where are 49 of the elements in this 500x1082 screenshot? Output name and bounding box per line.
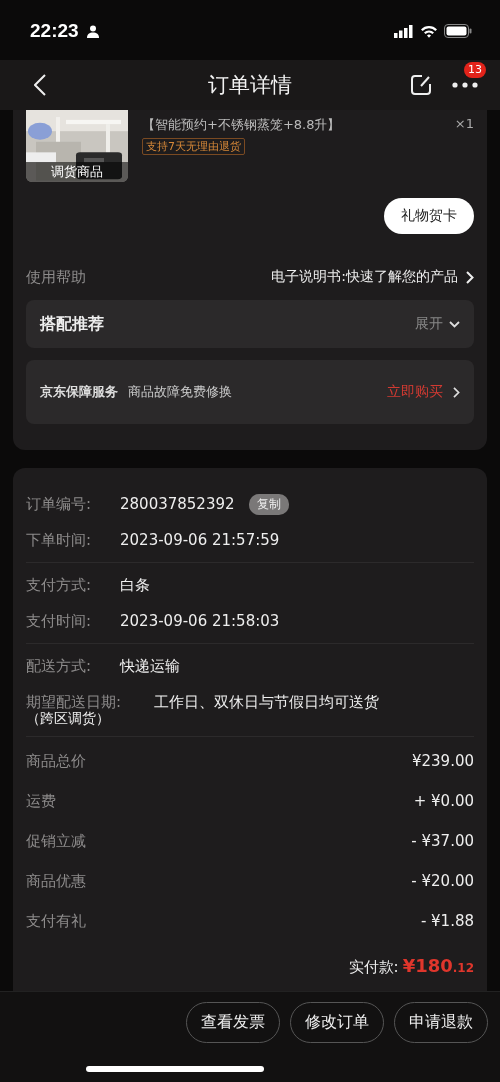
- field-value: 280037852392: [120, 495, 235, 513]
- image-label: 调货商品: [26, 162, 128, 182]
- charge-amount: - ¥1.88: [420, 912, 474, 930]
- field-label: 配送方式:: [26, 656, 93, 676]
- more-icon[interactable]: [452, 82, 478, 88]
- field-label: 期望配送日期:: [26, 692, 123, 711]
- charge-amount: - ¥20.00: [411, 872, 474, 890]
- help-label: 使用帮助: [26, 267, 86, 287]
- share-icon[interactable]: [410, 74, 432, 96]
- expand-toggle[interactable]: 展开: [415, 315, 443, 333]
- person-icon: [86, 24, 99, 38]
- field-note: （跨区调货）: [26, 710, 111, 728]
- total-label: 实付款:: [348, 958, 399, 977]
- service-description: 商品故障免费修换: [128, 383, 232, 401]
- field-label: 订单编号:: [26, 494, 93, 514]
- status-time: 22:23: [30, 20, 79, 42]
- notification-badge: 13: [464, 62, 486, 78]
- charge-amount: ¥239.00: [411, 752, 474, 770]
- chevron-right-icon: [466, 270, 474, 284]
- recommend-title: 搭配推荐: [40, 313, 104, 335]
- back-icon[interactable]: [34, 74, 46, 96]
- field-label: 支付时间:: [26, 611, 93, 631]
- charge-label: 商品总价: [26, 751, 86, 771]
- field-label: 支付方式:: [26, 575, 93, 595]
- quantity: ×1: [454, 116, 474, 133]
- charge-amount: + ¥0.00: [413, 792, 474, 810]
- gift-card-button[interactable]: 礼物贺卡: [384, 198, 474, 234]
- field-value: 2023-09-06 21:58:03: [120, 612, 280, 630]
- charge-amount: - ¥37.00: [411, 832, 474, 850]
- total-amount: ¥180.12: [402, 955, 474, 976]
- copy-button[interactable]: 复制: [248, 493, 289, 515]
- field-value: 快递运输: [120, 656, 180, 676]
- battery-icon: [444, 24, 472, 38]
- charge-label: 促销立减: [26, 831, 86, 851]
- chevron-right-icon: [453, 386, 460, 398]
- charge-label: 支付有礼: [26, 911, 86, 931]
- field-value: 工作日、双休日与节假日均可送货: [154, 692, 379, 712]
- manual-link[interactable]: 电子说明书:快速了解您的产品: [271, 268, 458, 286]
- field-label: 下单时间:: [26, 530, 93, 550]
- service-title: 京东保障服务: [40, 383, 118, 401]
- page-title: 订单详情: [208, 72, 292, 99]
- return-policy-tag: 支持7天无理由退货: [142, 138, 245, 155]
- field-value: 白条: [120, 575, 150, 595]
- field-value: 2023-09-06 21:57:59: [120, 531, 280, 549]
- product-spec: 【智能预约+不锈钢蒸笼+8.8升】: [142, 116, 341, 134]
- charge-label: 商品优惠: [26, 871, 86, 891]
- signal-icon: [394, 24, 414, 38]
- charge-label: 运费: [26, 791, 56, 811]
- wifi-icon: [420, 24, 438, 38]
